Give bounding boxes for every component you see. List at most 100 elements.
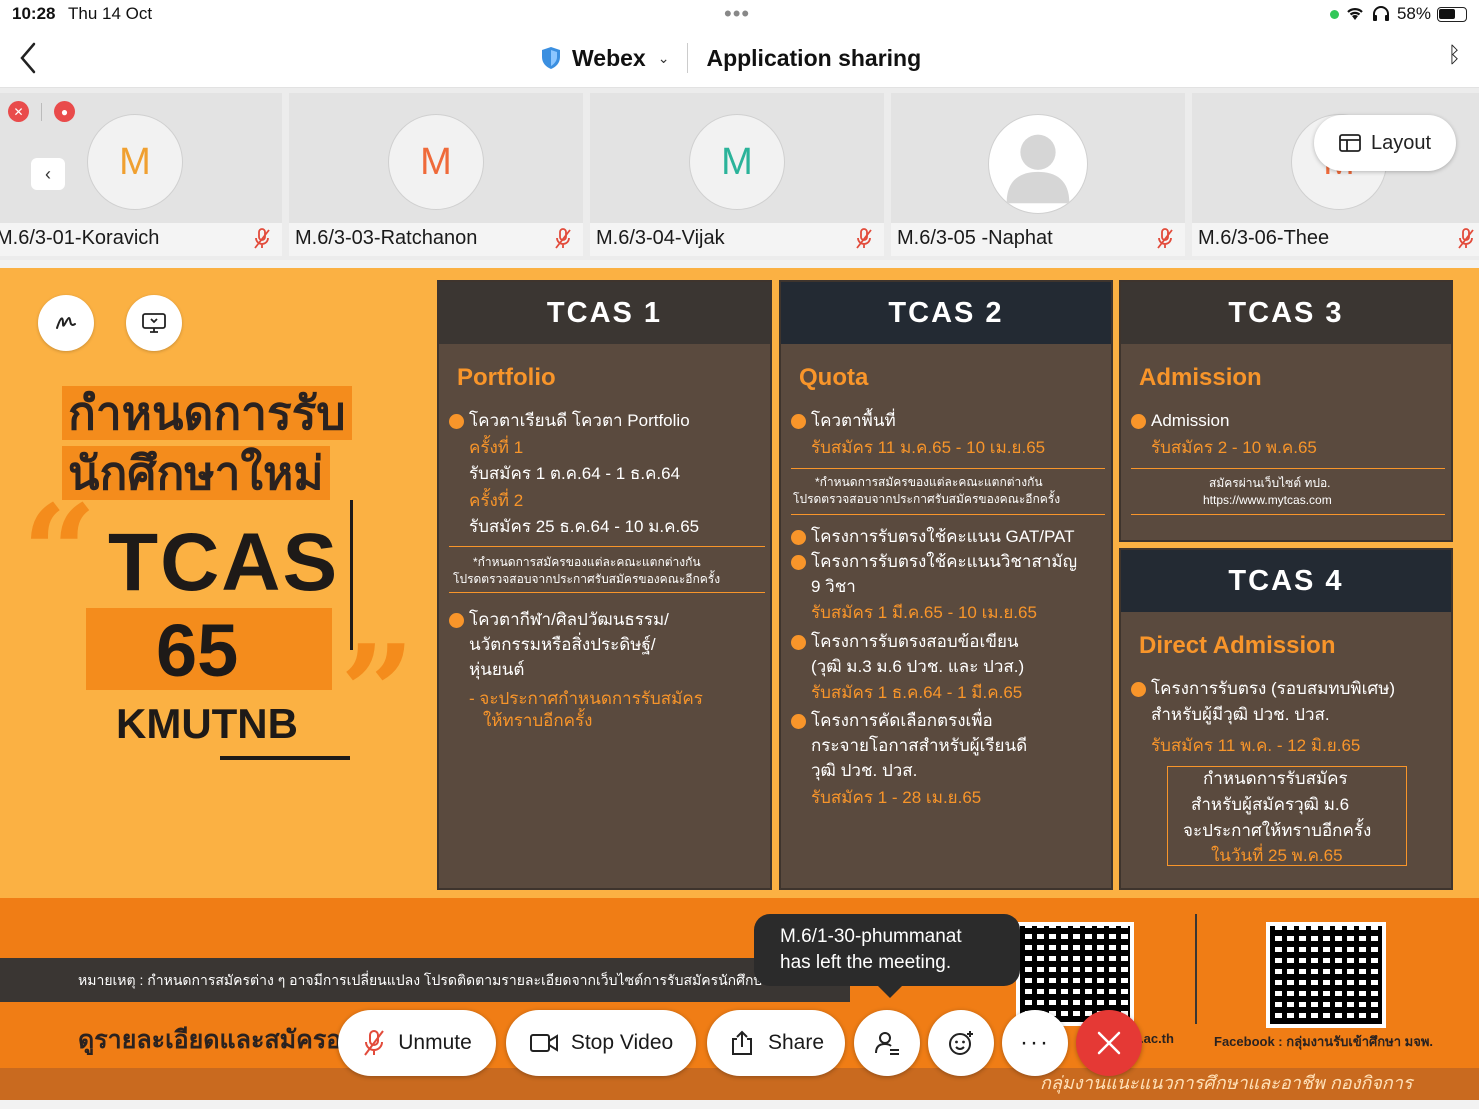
tcas1-subheading: Portfolio xyxy=(457,364,556,391)
bullet-icon xyxy=(791,530,806,545)
bullet-icon xyxy=(449,414,464,429)
tcas2-item: 9 วิชา xyxy=(811,577,856,596)
notification-line1: M.6/1-30-phummanat xyxy=(780,926,962,947)
tcas3-item: Admission xyxy=(1151,411,1230,430)
tcas1-item: โควตากีฬา/ศิลปวัฒนธรรม/ xyxy=(469,610,669,629)
mic-muted-icon xyxy=(1458,228,1474,249)
divider xyxy=(791,514,1105,515)
chevron-down-icon[interactable]: ⌄ xyxy=(658,50,670,67)
tcas3-note: สมัครผ่านเว็บไซต์ ทปอ. xyxy=(1209,476,1331,490)
participant-name: M.6/3-04-Vijak xyxy=(596,227,725,249)
participant-tile[interactable]: M M.6/3-03-Ratchanon xyxy=(289,93,583,256)
tcas2-subheading: Quota xyxy=(799,364,869,391)
person-placeholder-icon xyxy=(1006,134,1070,204)
tcas1-item: นวัตกรรมหรือสิ่งประดิษฐ์/ xyxy=(469,635,656,654)
tcas3-note: https://www.mytcas.com xyxy=(1203,493,1332,507)
share-icon xyxy=(731,1030,752,1055)
divider xyxy=(449,546,765,547)
multitask-dots-icon[interactable]: ••• xyxy=(724,3,750,25)
screen-share-options-button[interactable] xyxy=(126,295,182,351)
divider xyxy=(1131,468,1445,469)
mic-muted-indicator-icon: ✕ xyxy=(8,101,29,122)
chevron-left-icon: ‹ xyxy=(45,163,51,184)
more-options-button[interactable]: ··· xyxy=(1002,1010,1068,1076)
back-chevron-icon[interactable] xyxy=(14,40,42,76)
tcas4-notice: สำหรับผู้สมัครวุฒิ ม.6 xyxy=(1191,795,1350,814)
status-date: Thu 14 Oct xyxy=(68,4,153,23)
shared-content: กำหนดการรับ นักศึกษาใหม่ “ TCAS 65 ” KMU… xyxy=(0,268,1479,1100)
annotate-button[interactable] xyxy=(38,295,94,351)
tcas2-date: รับสมัคร 11 ม.ค.65 - 10 เม.ย.65 xyxy=(811,438,1046,457)
tcas2-date: รับสมัคร 1 - 28 เม.ย.65 xyxy=(811,788,982,807)
screen-share-icon xyxy=(142,313,166,333)
participant-name: M.6/3-05 -Naphat xyxy=(897,227,1053,249)
tcas2-item: โครงการคัดเลือกตรงเพื่อ xyxy=(811,711,993,730)
end-call-button[interactable] xyxy=(1076,1010,1142,1076)
share-button[interactable]: Share xyxy=(707,1010,845,1076)
unmute-button[interactable]: Unmute xyxy=(338,1010,496,1076)
bullet-icon xyxy=(791,635,806,650)
layout-button[interactable]: Layout xyxy=(1314,115,1456,171)
unmute-label: Unmute xyxy=(398,1031,472,1054)
poster-note: หมายเหตุ : กำหนดการสมัครต่าง ๆ อาจมีการเ… xyxy=(0,958,850,1002)
divider xyxy=(1131,514,1445,515)
tcas4-date: รับสมัคร 11 พ.ค. - 12 มิ.ย.65 xyxy=(1151,736,1361,755)
webex-app: 10:28 Thu 14 Oct ••• 58% Webex ⌄ Applica… xyxy=(0,0,1479,1109)
bullet-icon xyxy=(449,613,464,628)
tcas1-note: *กำหนดการสมัครของแต่ละคณะแตกต่างกัน xyxy=(473,555,701,569)
avatar-initial: M xyxy=(420,140,452,183)
participant-tile[interactable]: M.6/3-05 -Naphat xyxy=(891,93,1185,256)
layout-icon xyxy=(1339,134,1361,152)
share-label: Share xyxy=(767,1031,825,1054)
stop-video-button[interactable]: Stop Video xyxy=(506,1010,696,1076)
tcas2-item: วุฒิ ปวช. ปวส. xyxy=(811,761,918,780)
poster-facebook: Facebook : กลุ่มงานรับเข้าศึกษา มจพ. xyxy=(1214,1034,1434,1049)
participants-button[interactable] xyxy=(854,1010,920,1076)
tcas4-notice: กำหนดการรับสมัคร xyxy=(1203,769,1348,788)
tcas3-date: รับสมัคร 2 - 10 พ.ค.65 xyxy=(1151,438,1317,457)
shield-icon xyxy=(542,47,560,69)
tcas2-item: โควตาพื้นที่ xyxy=(811,411,896,430)
ellipsis-icon: ··· xyxy=(1020,1029,1050,1056)
participant-strip: M M.6/3-01-Koravich M M.6/3-03-Ratchanon… xyxy=(0,88,1479,260)
participant-tile[interactable]: M M.6/3-04-Vijak xyxy=(590,93,884,256)
tcas4-notice: ในวันที่ 25 พ.ค.65 xyxy=(1211,846,1343,865)
recording-indicators: ✕ ● xyxy=(8,101,75,122)
tcas2-column: TCAS 2 Quota โควตาพื้นที่ รับสมัคร 11 ม.… xyxy=(779,280,1113,890)
divider xyxy=(449,592,765,593)
layout-button-label: Layout xyxy=(1370,131,1432,154)
tcas4-column: TCAS 4 Direct Admission โครงการรับตรง (ร… xyxy=(1119,548,1453,890)
bullet-icon xyxy=(791,414,806,429)
avatar: M xyxy=(388,114,484,210)
app-menu-label[interactable]: Webex xyxy=(572,45,646,72)
poster-heading: กำหนดการรับ นักศึกษาใหม่ xyxy=(62,383,352,503)
bluetooth-icon[interactable]: ᛒ xyxy=(1448,42,1461,68)
reactions-button[interactable] xyxy=(928,1010,994,1076)
tcas1-column: TCAS 1 Portfolio โควตาเรียนดี โควตา Port… xyxy=(437,280,772,890)
avatar-initial: M xyxy=(721,140,753,183)
tcas4-subheading: Direct Admission xyxy=(1139,632,1336,659)
participant-name: M.6/3-06-Thee xyxy=(1198,227,1330,249)
avatar xyxy=(988,114,1088,214)
tcas2-date: รับสมัคร 1 ธ.ค.64 - 1 มี.ค.65 xyxy=(811,683,1023,702)
video-camera-icon xyxy=(529,1034,558,1052)
tcas4-heading: TCAS 4 xyxy=(1121,550,1451,612)
tcas1-round: ครั้งที่ 1 xyxy=(469,438,524,457)
wifi-icon xyxy=(1347,8,1363,20)
poster-tcas: TCAS xyxy=(108,517,340,608)
bullet-icon xyxy=(1131,414,1146,429)
tcas4-item: โครงการรับตรง (รอบสมทบพิเศษ) xyxy=(1151,679,1396,698)
tcas1-item: หุ่นยนต์ xyxy=(469,660,525,679)
tcas2-note: โปรดตรวจสอบจากประกาศรับสมัครของคณะอีกครั… xyxy=(793,492,1061,506)
notification-line2: has left the meeting. xyxy=(780,952,952,973)
participant-name: M.6/3-01-Koravich xyxy=(0,227,160,249)
mic-muted-icon xyxy=(254,228,270,249)
qr-pattern xyxy=(1270,926,1382,1024)
tcas3-column: TCAS 3 Admission Admission รับสมัคร 2 - … xyxy=(1119,280,1453,542)
mic-muted-icon xyxy=(364,1030,385,1056)
tcas2-note: *กำหนดการสมัครของแต่ละคณะแตกต่างกัน xyxy=(815,475,1043,489)
tcas1-heading: TCAS 1 xyxy=(439,282,770,344)
tcas1-round: ครั้งที่ 2 xyxy=(469,491,524,510)
strip-prev-button[interactable]: ‹ xyxy=(31,158,65,190)
open-quote-mark: “ xyxy=(22,476,97,629)
